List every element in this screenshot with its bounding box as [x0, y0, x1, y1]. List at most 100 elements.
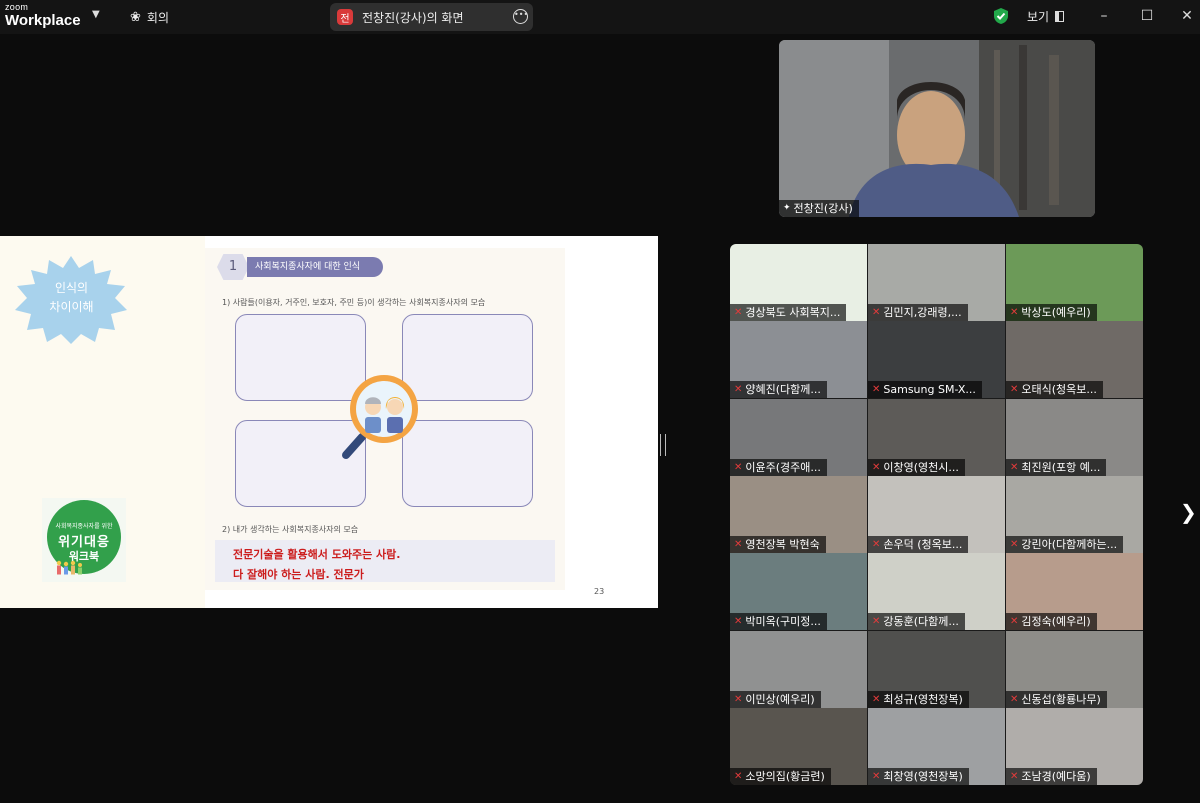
- mic-muted-icon: ✕: [1010, 694, 1019, 705]
- participant-name: 강린아(다함께하는...: [1021, 538, 1118, 551]
- view-layout-icon: [1055, 11, 1065, 22]
- view-button[interactable]: 보기: [1027, 8, 1065, 25]
- mic-muted-icon: ✕: [1010, 384, 1019, 395]
- my-answer: 전문기술을 활용해서 도와주는 사람. 다 잘해야 하는 사람. 전문가: [215, 540, 555, 582]
- participant-name: 박상도(예우리): [1021, 306, 1091, 319]
- participant-name-tag: ✕ 이윤주(경주애...: [730, 459, 827, 476]
- active-speaker-video[interactable]: ✦ 전창진(강사): [779, 40, 1095, 217]
- page-number: 23: [594, 587, 605, 596]
- participant-name-tag: ✕ 박상도(예우리): [1006, 304, 1097, 321]
- mic-muted-icon: ✕: [872, 307, 881, 318]
- mic-muted-icon: ✕: [872, 384, 881, 395]
- answer-line-1: 전문기술을 활용해서 도와주는 사람.: [233, 548, 401, 561]
- participant-tile[interactable]: ✕ 이민상(예우리): [730, 631, 867, 708]
- participant-tile[interactable]: ✕ 최창영(영천장복): [868, 708, 1005, 785]
- participant-tile[interactable]: ✕ 이윤주(경주애...: [730, 399, 867, 476]
- mic-muted-icon: ✕: [872, 616, 881, 627]
- participant-tile[interactable]: ✕ 손우덕 (청옥보...: [868, 476, 1005, 553]
- magnifier-people-icon: [342, 375, 418, 459]
- meeting-button[interactable]: ❀ 회의: [130, 9, 169, 26]
- participant-name-tag: ✕ 이민상(예우리): [730, 691, 821, 708]
- section-header: 1 사회복지종사자에 대한 인식: [215, 254, 383, 280]
- participant-tile[interactable]: ✕ 조남경(예다움): [1006, 708, 1143, 785]
- participant-tile[interactable]: ✕ 최진원(포항 예...: [1006, 399, 1143, 476]
- participant-name: 경상북도 사회복지...: [745, 306, 841, 319]
- participant-tile[interactable]: ✕ 박상도(예우리): [1006, 244, 1143, 321]
- participant-tile[interactable]: ✕ 박미옥(구미정...: [730, 553, 867, 630]
- participant-name: 신동섭(황룡나무): [1021, 693, 1101, 706]
- chevron-down-icon[interactable]: ▼: [92, 9, 100, 20]
- participant-name-tag: ✕ 김정숙(예우리): [1006, 613, 1097, 630]
- participant-name: 영천장복 박현숙: [745, 538, 820, 551]
- close-button[interactable]: ✕: [1177, 6, 1197, 26]
- mic-muted-icon: ✕: [1010, 539, 1019, 550]
- participant-name-tag: ✕ 최진원(포항 예...: [1006, 459, 1107, 476]
- participant-name-tag: ✕ 오태식(청옥보...: [1006, 381, 1103, 398]
- share-title: 전창진(강사)의 화면: [362, 10, 464, 25]
- minimize-button[interactable]: –: [1094, 6, 1114, 26]
- participant-name: 김민지,강래령,...: [883, 306, 962, 319]
- participant-tile[interactable]: ✕ 경상북도 사회복지...: [730, 244, 867, 321]
- participant-name-tag: ✕ 조남경(예다움): [1006, 768, 1097, 785]
- logo-small-text: zoom: [5, 2, 29, 12]
- participant-name-tag: ✕ 소망의집(황금련): [730, 768, 831, 785]
- participant-tile[interactable]: ✕ 강동훈(다함께...: [868, 553, 1005, 630]
- participant-tile[interactable]: ✕ 신동섭(황룡나무): [1006, 631, 1143, 708]
- more-options-icon[interactable]: •••: [513, 9, 528, 24]
- participant-name: 강동훈(다함께...: [883, 615, 959, 628]
- speaker-video-frame: [779, 40, 1095, 217]
- participant-name-tag: ✕ 양혜진(다함께...: [730, 381, 827, 398]
- participant-name-tag: ✕ Samsung SM-X...: [868, 381, 982, 398]
- meeting-icon: ❀: [130, 10, 141, 25]
- participant-name-tag: ✕ 신동섭(황룡나무): [1006, 691, 1107, 708]
- participant-tile[interactable]: ✕ 양혜진(다함께...: [730, 321, 867, 398]
- participant-tile[interactable]: ✕ 최성규(영천장복): [868, 631, 1005, 708]
- screen-share-indicator[interactable]: 전 전창진(강사)의 화면 •••: [330, 3, 533, 31]
- participant-name: 양혜진(다함께...: [745, 383, 821, 396]
- participant-tile[interactable]: ✕ 소망의집(황금련): [730, 708, 867, 785]
- shield-check-icon[interactable]: [993, 7, 1009, 25]
- burst-text-line1: 인식의: [54, 281, 89, 295]
- mic-muted-icon: ✕: [734, 616, 743, 627]
- logo-large-text: Workplace: [5, 12, 81, 29]
- participant-tile[interactable]: ✕ 김정숙(예우리): [1006, 553, 1143, 630]
- mic-muted-icon: ✕: [1010, 771, 1019, 782]
- question-1: 1) 사람들(이용자, 거주인, 보호자, 주민 등)이 생각하는 사회복지종사…: [222, 298, 486, 307]
- participant-name: 조남경(예다움): [1021, 770, 1091, 783]
- view-label: 보기: [1027, 10, 1050, 24]
- sharer-badge: 전: [337, 9, 353, 25]
- participant-name: 이윤주(경주애...: [745, 461, 821, 474]
- participant-tile[interactable]: ✕ 강린아(다함께하는...: [1006, 476, 1143, 553]
- maximize-button[interactable]: ☐: [1137, 6, 1157, 26]
- participant-name-tag: ✕ 김민지,강래령,...: [868, 304, 968, 321]
- participant-name-tag: ✕ 손우덕 (청옥보...: [868, 536, 969, 553]
- participant-name-tag: ✕ 최성규(영천장복): [868, 691, 969, 708]
- slide-left-panel: 인식의 차이이해 사회복지종사자를 위한 위기대응 워크북: [0, 236, 205, 608]
- mic-muted-icon: ✕: [734, 307, 743, 318]
- participant-name: 이창영(영천시...: [883, 461, 959, 474]
- participant-tile[interactable]: ✕ Samsung SM-X...: [868, 321, 1005, 398]
- participant-tile[interactable]: ✕ 김민지,강래령,...: [868, 244, 1005, 321]
- participant-name: 박미옥(구미정...: [745, 615, 821, 628]
- participant-name-tag: ✕ 강린아(다함께하는...: [1006, 536, 1124, 553]
- participant-tile[interactable]: ✕ 영천장복 박현숙: [730, 476, 867, 553]
- participant-gallery: ✕ 경상북도 사회복지... ✕ 김민지,강래령,... ✕ 박상도(예우리) ✕ 양혜진(다…: [730, 244, 1143, 785]
- mic-muted-icon: ✕: [734, 694, 743, 705]
- mic-muted-icon: ✕: [734, 539, 743, 550]
- next-page-arrow-icon[interactable]: ❯: [1180, 500, 1197, 524]
- participant-tile[interactable]: ✕ 이창영(영천시...: [868, 399, 1005, 476]
- burst-text-line2: 차이이해: [49, 300, 94, 314]
- mic-muted-icon: ✕: [872, 539, 881, 550]
- pin-icon: ✦: [783, 203, 791, 213]
- participant-name-tag: ✕ 박미옥(구미정...: [730, 613, 827, 630]
- participant-name: 손우덕 (청옥보...: [883, 538, 963, 551]
- workbook-cover: 사회복지종사자를 위한 위기대응 워크북: [42, 498, 126, 582]
- panel-resize-handle[interactable]: [660, 434, 666, 456]
- mic-muted-icon: ✕: [1010, 616, 1019, 627]
- mic-muted-icon: ✕: [734, 462, 743, 473]
- people-figures-icon: [56, 560, 82, 575]
- slide-main-content: 1 사회복지종사자에 대한 인식 1) 사람들(이용자, 거주인, 보호자, 주…: [205, 248, 565, 590]
- participant-name: 김정숙(예우리): [1021, 615, 1091, 628]
- participant-tile[interactable]: ✕ 오태식(청옥보...: [1006, 321, 1143, 398]
- question-2: 2) 내가 생각하는 사회복지종사자의 모습: [222, 525, 359, 534]
